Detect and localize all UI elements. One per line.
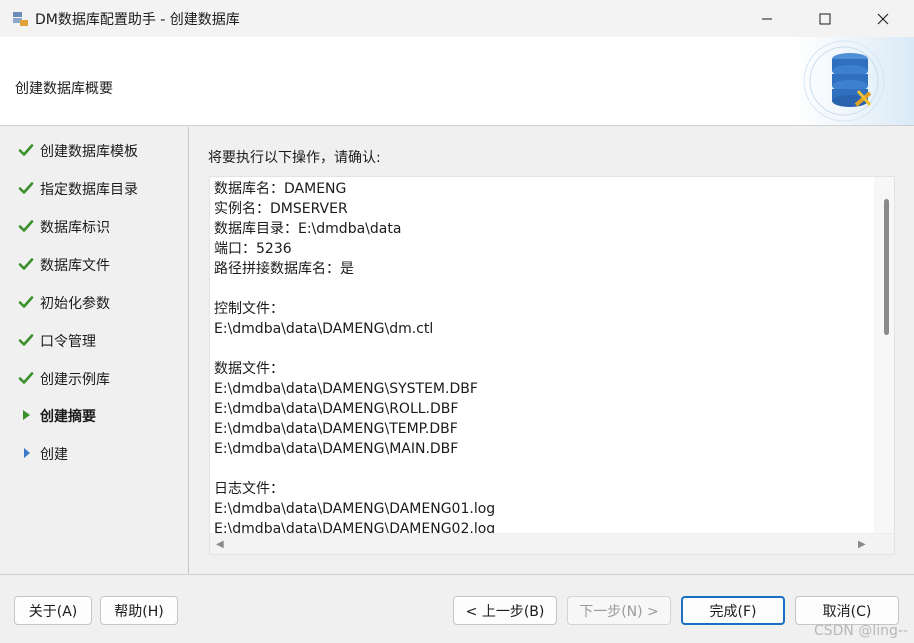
confirm-prompt: 将要执行以下操作，请确认:	[208, 150, 381, 166]
summary-text: 数据库名：DAMENG 实例名：DMSERVER 数据库目录：E:\dmdba\da…	[214, 179, 869, 533]
maximize-button[interactable]	[796, 0, 854, 37]
summary-line: 数据文件：	[214, 361, 284, 377]
minimize-button[interactable]	[738, 0, 796, 37]
window-title: DM数据库配置助手 - 创建数据库	[35, 12, 240, 28]
summary-textarea[interactable]: 数据库名：DAMENG 实例名：DMSERVER 数据库目录：E:\dmdba\da…	[209, 176, 895, 555]
step-item-current: 创建摘要	[0, 400, 189, 430]
watermark: CSDN @ling--	[813, 623, 908, 639]
minimize-icon	[762, 18, 772, 19]
pending-arrow-icon	[24, 448, 30, 458]
horizontal-scrollbar[interactable]: ◀ ▶	[210, 533, 894, 554]
summary-line: 日志文件：	[214, 481, 284, 497]
summary-line: 数据库名：DAMENG	[214, 181, 347, 197]
main-panel: 将要执行以下操作，请确认: 数据库名：DAMENG 实例名：DMSERVER 数据库…	[190, 127, 914, 574]
step-item: 创建数据库模板	[0, 135, 189, 165]
step-item: 数据库标识	[0, 211, 189, 241]
summary-line: E:\dmdba\data\DAMENG\DAMENG01.log	[214, 501, 496, 517]
check-icon	[18, 144, 34, 156]
check-icon	[18, 296, 34, 308]
step-item: 创建示例库	[0, 363, 189, 393]
title-bar: DM数据库配置助手 - 创建数据库	[0, 0, 914, 37]
help-button[interactable]: 帮助(H)	[100, 596, 178, 625]
button-bar: 关于(A) 帮助(H) < 上一步(B) 下一步(N) > 完成(F) 取消(C…	[0, 574, 914, 643]
scroll-left-icon[interactable]: ◀	[216, 539, 224, 550]
wizard-steps-sidebar: 创建数据库模板 指定数据库目录 数据库标识 数据库文件 初始化参数 口令管理 创…	[0, 127, 189, 574]
wizard-header: 创建数据库概要	[0, 37, 914, 126]
step-item: 指定数据库目录	[0, 173, 189, 203]
app-icon	[13, 12, 28, 26]
step-item: 数据库文件	[0, 249, 189, 279]
check-icon	[18, 372, 34, 384]
page-title: 创建数据库概要	[15, 81, 113, 97]
step-label: 初始化参数	[40, 296, 110, 312]
summary-line	[214, 279, 869, 299]
check-icon	[18, 258, 34, 270]
step-label: 创建数据库模板	[40, 144, 138, 160]
summary-line: 数据库目录：E:\dmdba\data	[214, 221, 402, 237]
step-item: 口令管理	[0, 325, 189, 355]
check-icon	[18, 334, 34, 346]
next-button[interactable]: 下一步(N) >	[567, 596, 671, 625]
summary-line: 控制文件：	[214, 301, 284, 317]
step-label: 创建摘要	[40, 409, 96, 425]
close-icon	[877, 13, 889, 24]
summary-line: E:\dmdba\data\DAMENG\DAMENG02.log	[214, 521, 496, 533]
summary-line: E:\dmdba\data\DAMENG\dm.ctl	[214, 321, 434, 337]
summary-line	[214, 339, 869, 359]
step-label: 数据库文件	[40, 258, 110, 274]
summary-line: E:\dmdba\data\DAMENG\TEMP.DBF	[214, 421, 458, 437]
step-label: 创建	[40, 447, 68, 463]
maximize-icon	[819, 13, 831, 24]
scrollbar-thumb[interactable]	[884, 199, 889, 335]
step-label: 数据库标识	[40, 220, 110, 236]
summary-line: 实例名：DMSERVER	[214, 201, 348, 217]
step-label: 创建示例库	[40, 372, 110, 388]
close-button[interactable]	[854, 0, 912, 37]
summary-line: 路径拼接数据库名：是	[214, 261, 354, 277]
cancel-button[interactable]: 取消(C)	[795, 596, 899, 625]
scroll-right-icon[interactable]: ▶	[858, 539, 866, 550]
current-arrow-icon	[23, 410, 30, 420]
step-item: 创建	[0, 438, 189, 468]
about-button[interactable]: 关于(A)	[14, 596, 92, 625]
summary-line: 端口：5236	[214, 241, 292, 257]
back-button[interactable]: < 上一步(B)	[453, 596, 557, 625]
step-label: 口令管理	[40, 334, 96, 350]
summary-line: E:\dmdba\data\DAMENG\MAIN.DBF	[214, 441, 459, 457]
summary-line	[214, 459, 869, 479]
summary-line: E:\dmdba\data\DAMENG\SYSTEM.DBF	[214, 381, 478, 397]
check-icon	[18, 220, 34, 232]
check-icon	[18, 182, 34, 194]
finish-button[interactable]: 完成(F)	[681, 596, 785, 625]
summary-line: E:\dmdba\data\DAMENG\ROLL.DBF	[214, 401, 459, 417]
step-label: 指定数据库目录	[40, 182, 138, 198]
step-item: 初始化参数	[0, 287, 189, 317]
vertical-scrollbar[interactable]	[874, 177, 894, 534]
database-tools-icon	[794, 37, 914, 125]
